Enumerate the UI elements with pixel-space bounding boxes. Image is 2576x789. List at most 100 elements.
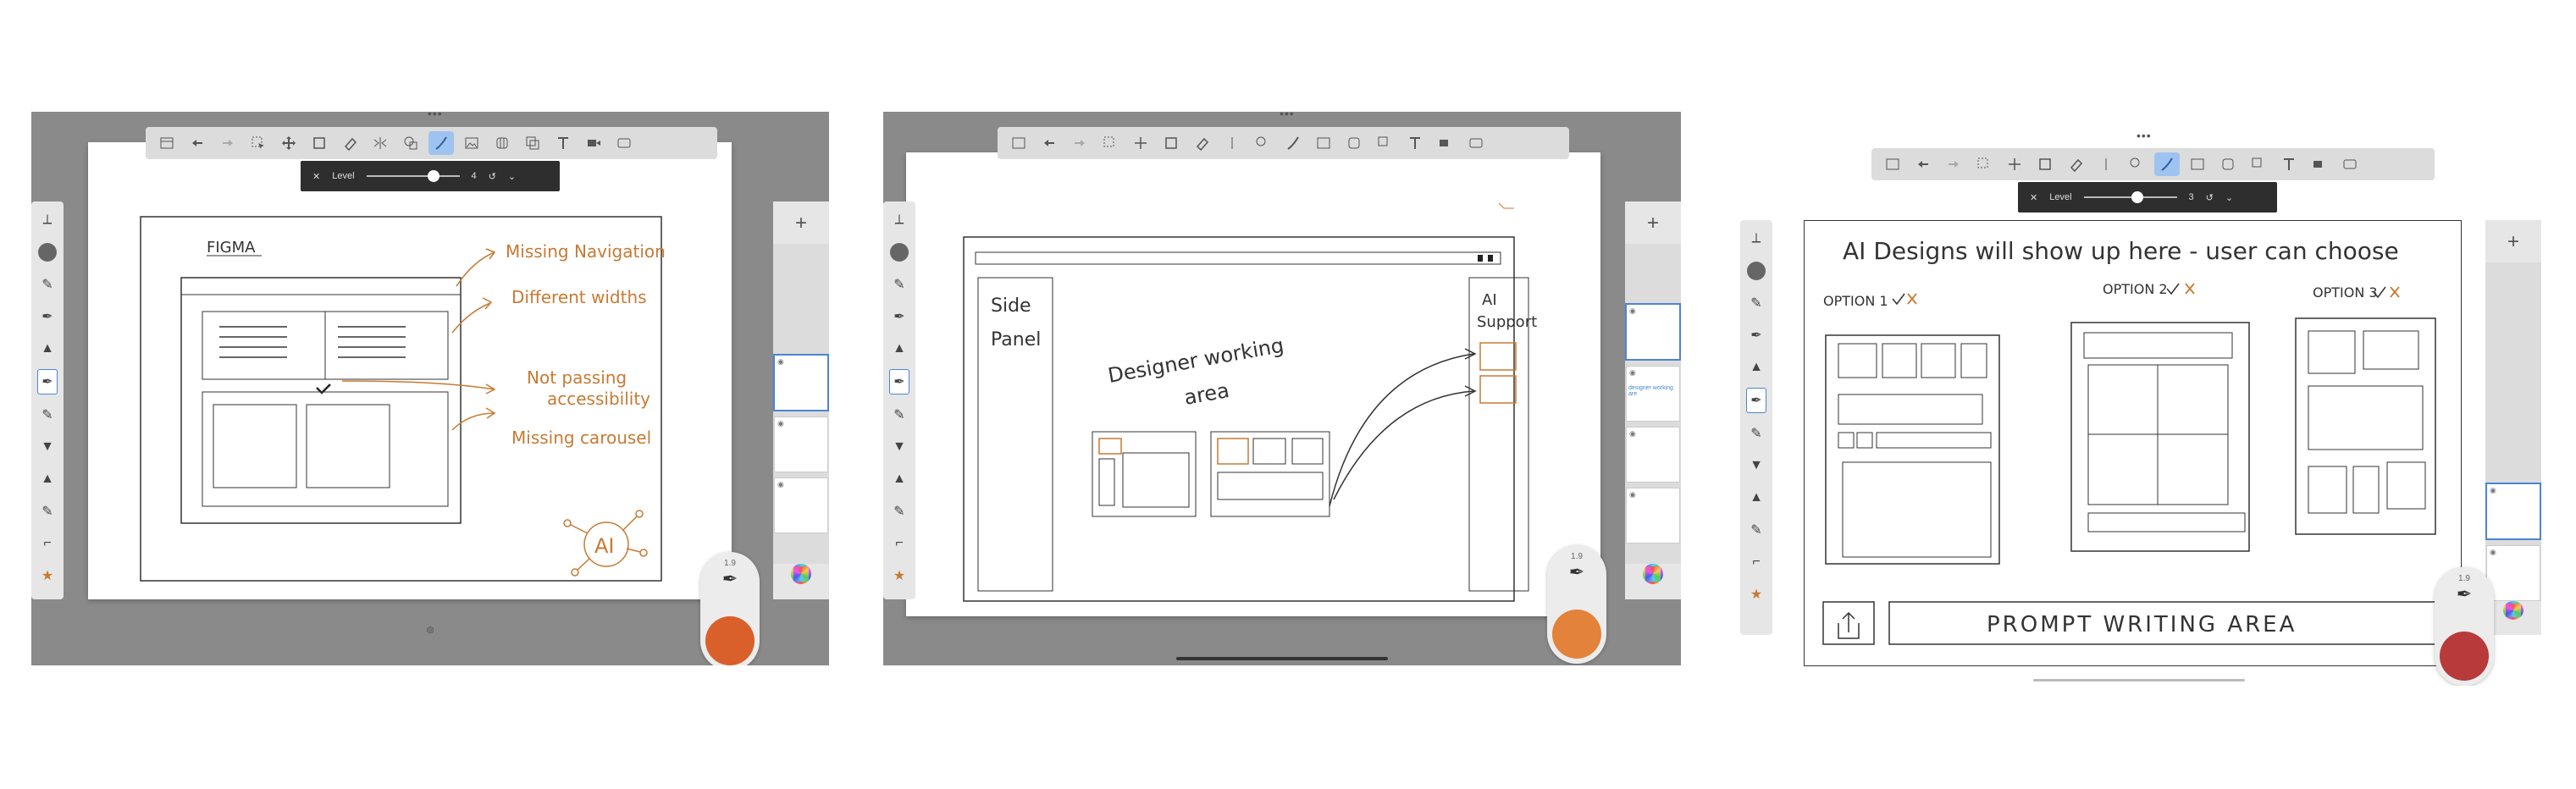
marker-icon[interactable]: ▲ — [890, 337, 909, 361]
marker-icon[interactable]: ▲ — [38, 337, 57, 361]
video-icon[interactable] — [1433, 131, 1458, 155]
layer-icon[interactable] — [1158, 131, 1184, 155]
layer-thumb[interactable]: ◉ — [1626, 488, 1680, 543]
undo-icon[interactable] — [185, 131, 210, 155]
chevron-down-icon[interactable]: ⌄ — [508, 171, 516, 182]
color-wheel-icon[interactable] — [2503, 601, 2523, 620]
layer-icon[interactable] — [2032, 152, 2058, 176]
chalk-icon[interactable]: ✎ — [1747, 518, 1766, 542]
symmetry-icon[interactable] — [1219, 131, 1245, 155]
brush-preview-icon[interactable] — [1747, 259, 1766, 283]
star-icon[interactable]: ★ — [38, 564, 57, 588]
more-dots-icon[interactable]: ••• — [2137, 129, 2152, 142]
video-icon[interactable] — [2307, 152, 2332, 176]
shape-icon[interactable] — [398, 131, 423, 155]
pencil-icon[interactable]: ✎ — [38, 273, 57, 296]
airbrush-icon[interactable]: ▲ — [890, 467, 909, 491]
eraser-icon[interactable] — [2063, 152, 2088, 176]
add-layer-button[interactable]: + — [795, 212, 807, 235]
color-wheel-icon[interactable] — [791, 564, 811, 584]
drawing-canvas[interactable]: AI Designs will show up here - user can … — [1804, 220, 2462, 666]
text-icon[interactable] — [2276, 152, 2302, 176]
copy-icon[interactable] — [520, 131, 545, 155]
close-icon[interactable]: ✕ — [2030, 192, 2037, 203]
fill-icon[interactable]: ⌐ — [38, 532, 57, 555]
select-icon[interactable] — [246, 131, 271, 155]
fountain-pen-icon[interactable]: ✒ — [37, 369, 58, 394]
copy-icon[interactable] — [2246, 152, 2271, 176]
rotate-icon[interactable]: ↺ — [489, 171, 496, 182]
brush-size-pill[interactable]: 1.9 ✒ — [2435, 567, 2494, 686]
pen-icon[interactable]: ✒ — [890, 305, 909, 328]
fill-icon[interactable]: ⌐ — [890, 532, 909, 555]
layer-thumb[interactable]: ◉ — [2485, 483, 2541, 540]
screen-icon[interactable] — [611, 131, 637, 155]
video-icon[interactable] — [581, 131, 606, 155]
crayon-icon[interactable]: ✎ — [1747, 422, 1766, 445]
gallery-icon[interactable] — [1880, 152, 1905, 176]
move-icon[interactable] — [2002, 152, 2027, 176]
shape-icon[interactable] — [1250, 131, 1275, 155]
symmetry-icon[interactable] — [368, 131, 393, 155]
star-icon[interactable]: ★ — [890, 564, 909, 588]
layer-thumb[interactable]: ◉ — [774, 417, 828, 472]
fountain-pen-icon[interactable]: ✒ — [1746, 388, 1766, 413]
select-icon[interactable] — [1971, 152, 1997, 176]
move-icon[interactable] — [1128, 131, 1153, 155]
image-icon[interactable] — [459, 131, 484, 155]
layer-thumb[interactable]: ◉ — [1625, 303, 1681, 361]
layer-thumb[interactable]: ◉ — [1626, 427, 1680, 483]
crayon-icon[interactable]: ✎ — [38, 403, 57, 427]
eraser-icon[interactable] — [337, 131, 362, 155]
fountain-pen-icon[interactable]: ✒ — [889, 369, 909, 394]
level-slider[interactable] — [2083, 191, 2177, 203]
redo-icon[interactable] — [1941, 152, 1966, 176]
layer-thumb[interactable]: ◉ — [773, 354, 829, 411]
image-icon[interactable] — [2185, 152, 2210, 176]
fill-icon[interactable]: ⌐ — [1747, 550, 1766, 574]
text-icon[interactable] — [550, 131, 576, 155]
more-dots-icon[interactable]: ••• — [428, 112, 443, 120]
gallery-icon[interactable] — [1006, 131, 1031, 155]
chalk-icon[interactable]: ✎ — [890, 499, 909, 523]
brush-icon[interactable] — [2154, 152, 2180, 176]
redo-icon[interactable] — [215, 131, 240, 155]
chalk-icon[interactable]: ✎ — [38, 499, 57, 523]
brush-size-pill[interactable]: 1.9 ✒ — [700, 552, 760, 665]
move-icon[interactable] — [276, 131, 301, 155]
pen-icon[interactable]: ✒ — [1747, 323, 1766, 347]
symmetry-icon[interactable] — [2093, 152, 2119, 176]
image-icon[interactable] — [1311, 131, 1336, 155]
layer-thumb[interactable]: ◉ — [2486, 545, 2540, 601]
drawing-canvas[interactable]: FIGMA Missing Navigation Different width… — [88, 142, 732, 599]
undo-icon[interactable] — [1910, 152, 1936, 176]
add-layer-button[interactable]: + — [2507, 230, 2519, 254]
screen-icon[interactable] — [1463, 131, 1489, 155]
close-icon[interactable]: ✕ — [312, 171, 320, 182]
color-wheel-icon[interactable] — [1643, 564, 1663, 584]
more-dots-icon[interactable]: ••• — [1280, 112, 1295, 120]
ink-icon[interactable]: ▼ — [890, 435, 909, 459]
crayon-icon[interactable]: ✎ — [890, 403, 909, 427]
screen-icon[interactable] — [2337, 152, 2363, 176]
airbrush-icon[interactable]: ▲ — [1747, 486, 1766, 510]
undo-icon[interactable] — [1036, 131, 1062, 155]
drawing-canvas[interactable]: Side Panel Designer working area AI Supp… — [906, 152, 1600, 616]
chevron-down-icon[interactable]: ⌄ — [2225, 192, 2233, 203]
color-swatch[interactable] — [2440, 632, 2489, 681]
brush-icon[interactable] — [1280, 131, 1306, 155]
layer-thumb[interactable]: ◉ — [774, 477, 828, 533]
brush-size-pill[interactable]: 1.9 ✒ — [1547, 545, 1606, 664]
pen-icon[interactable]: ✒ — [38, 305, 57, 328]
color-swatch[interactable] — [705, 616, 755, 665]
rotate-icon[interactable]: ↺ — [2206, 192, 2214, 203]
brush-icon[interactable] — [428, 131, 454, 155]
level-slider[interactable] — [366, 170, 460, 182]
ruler-icon[interactable]: ⟂ — [890, 208, 909, 232]
airbrush-icon[interactable]: ▲ — [38, 467, 57, 491]
pencil-icon[interactable]: ✎ — [1747, 291, 1766, 315]
add-layer-button[interactable]: + — [1647, 212, 1659, 235]
layer-icon[interactable] — [307, 131, 332, 155]
brush-preview-icon[interactable] — [890, 240, 909, 264]
shape-icon[interactable] — [2124, 152, 2149, 176]
